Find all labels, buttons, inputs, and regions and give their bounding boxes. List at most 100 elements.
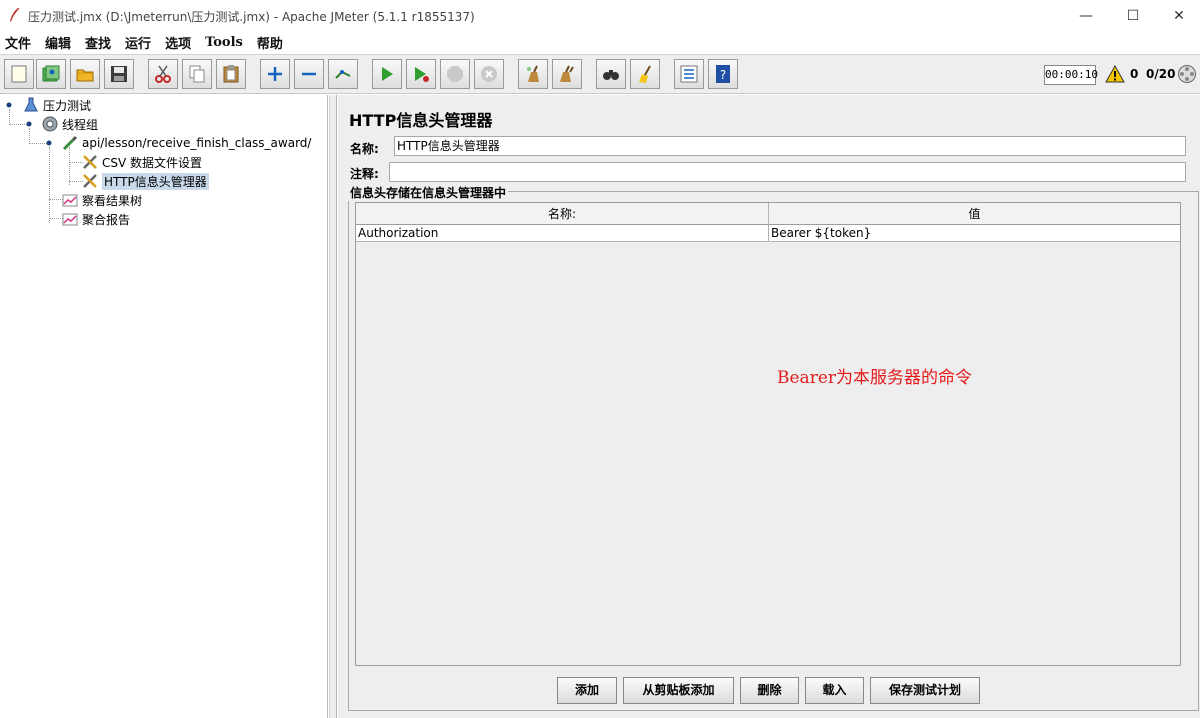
stop-button[interactable]: [440, 59, 470, 89]
red-annotation: Bearer为本服务器的命令: [777, 368, 973, 388]
headers-group-title: 信息头存储在信息头管理器中: [348, 184, 509, 201]
start-icon: [382, 67, 393, 81]
menu-file[interactable]: 文件: [5, 33, 31, 52]
tree-toggle-icon[interactable]: [24, 119, 34, 129]
minimize-button[interactable]: —: [1063, 0, 1109, 31]
menu-search[interactable]: 查找: [85, 33, 111, 52]
column-header-name[interactable]: 名称:: [356, 203, 769, 225]
broom-icon: [639, 65, 651, 83]
wrench-icon: [83, 174, 97, 188]
start-button[interactable]: [372, 59, 402, 89]
copy-icon: [189, 65, 205, 83]
run-status-icon: [1178, 65, 1196, 83]
toggle-button[interactable]: [328, 59, 358, 89]
test-plan-icon: [24, 97, 38, 112]
tree-node-label: 压力测试: [43, 98, 92, 113]
templates-icon: [42, 65, 60, 82]
add-from-clipboard-button[interactable]: 从剪贴板添加: [623, 677, 734, 704]
search-button[interactable]: [596, 59, 626, 89]
window-title: 压力测试.jmx (D:\Jmeterrun\压力测试.jmx) - Apach…: [28, 10, 475, 24]
page-title: HTTP信息头管理器: [349, 111, 493, 130]
reset-search-button[interactable]: [630, 59, 660, 89]
shutdown-icon: [481, 66, 497, 82]
paste-button[interactable]: [216, 59, 246, 89]
templates-button[interactable]: [36, 59, 66, 89]
menu-options[interactable]: 选项: [165, 33, 191, 52]
jmeter-feather-icon: [10, 7, 20, 22]
open-icon: [76, 69, 94, 82]
delete-button[interactable]: 删除: [740, 677, 799, 704]
new-icon: [11, 65, 27, 83]
add-button[interactable]: 添加: [557, 677, 617, 704]
tree-toggle-icon[interactable]: [4, 100, 14, 110]
tree-node-thread-group[interactable]: 线程组: [41, 115, 98, 133]
elapsed-time: 00:00:10: [1044, 65, 1098, 85]
save-test-plan-button[interactable]: 保存测试计划: [870, 677, 980, 704]
expand-all-button[interactable]: [260, 59, 290, 89]
title-bar: 压力测试.jmx (D:\Jmeterrun\压力测试.jmx) - Apach…: [0, 0, 1200, 31]
binoculars-icon: [603, 70, 619, 80]
comment-label: 注释:: [350, 167, 379, 181]
tree-node-label: CSV 数据文件设置: [102, 155, 203, 170]
wrench-icon: [83, 155, 97, 169]
gear-icon: [42, 116, 58, 132]
open-button[interactable]: [70, 59, 100, 89]
copy-button[interactable]: [182, 59, 212, 89]
menu-tools[interactable]: Tools: [205, 35, 243, 50]
headers-table: 名称: 值 Authorization Bearer ${token}: [355, 202, 1181, 666]
tree-node-csv-config[interactable]: CSV 数据文件设置: [81, 153, 202, 171]
chart-listener-icon: [62, 213, 78, 226]
tree-node-header-manager[interactable]: HTTP信息头管理器: [81, 172, 209, 190]
maximize-button[interactable]: ☐: [1110, 0, 1156, 31]
table-cell-value[interactable]: Bearer ${token}: [769, 225, 1180, 242]
clear-all-button[interactable]: [552, 59, 582, 89]
cut-icon: [155, 65, 171, 83]
menu-help[interactable]: 帮助: [257, 33, 283, 52]
tree-toggle-icon[interactable]: [44, 138, 54, 148]
tree-node-http-sampler[interactable]: api/lesson/receive_finish_class_award/: [61, 134, 311, 152]
table-cell-name[interactable]: Authorization: [356, 225, 769, 242]
menu-run[interactable]: 运行: [125, 33, 151, 52]
column-header-value[interactable]: 值: [769, 203, 1180, 225]
save-button[interactable]: [104, 59, 134, 89]
start-no-pause-icon: [415, 67, 429, 82]
tree-node-aggregate-report[interactable]: 聚合报告: [61, 210, 130, 228]
tree-node-results-tree[interactable]: 察看结果树: [61, 191, 142, 209]
cut-button[interactable]: [148, 59, 178, 89]
toggle-icon: [335, 70, 351, 79]
load-button[interactable]: 载入: [805, 677, 864, 704]
expand-icon: [268, 67, 282, 81]
new-button[interactable]: [4, 59, 34, 89]
warning-count: 0: [1130, 67, 1139, 81]
svg-text:?: ?: [720, 68, 726, 82]
help-icon: ?: [716, 65, 730, 83]
close-button[interactable]: ✕: [1156, 0, 1200, 31]
header-manager-editor: HTTP信息头管理器 名称: HTTP信息头管理器 注释: 信息头存储在信息头管…: [338, 95, 1200, 718]
help-button[interactable]: ?: [708, 59, 738, 89]
comment-field[interactable]: [389, 162, 1186, 182]
name-label: 名称:: [350, 142, 379, 156]
tree-node-label: HTTP信息头管理器: [102, 172, 209, 190]
tree-node-label: 聚合报告: [82, 212, 131, 227]
collapse-icon: [302, 72, 316, 76]
clear-icon: [527, 65, 539, 82]
collapse-all-button[interactable]: [294, 59, 324, 89]
tree-node-test-plan[interactable]: 压力测试: [22, 96, 91, 114]
start-no-pause-button[interactable]: [406, 59, 436, 89]
menu-edit[interactable]: 编辑: [45, 33, 71, 52]
name-field[interactable]: HTTP信息头管理器: [394, 136, 1186, 156]
tree-node-label: 线程组: [62, 117, 99, 132]
function-helper-button[interactable]: [674, 59, 704, 89]
function-helper-icon: [680, 65, 698, 83]
chart-listener-icon: [62, 194, 78, 207]
stop-icon: [447, 66, 463, 82]
save-icon: [111, 66, 127, 82]
clear-button[interactable]: [518, 59, 548, 89]
clear-all-icon: [560, 65, 574, 82]
panel-splitter[interactable]: [329, 95, 337, 718]
shutdown-button[interactable]: [474, 59, 504, 89]
warning-icon[interactable]: [1105, 65, 1125, 83]
pipette-icon: [62, 135, 78, 151]
menu-bar: 文件 编辑 查找 运行 选项 Tools 帮助: [0, 31, 1200, 53]
tree-node-label: 察看结果树: [82, 193, 143, 208]
